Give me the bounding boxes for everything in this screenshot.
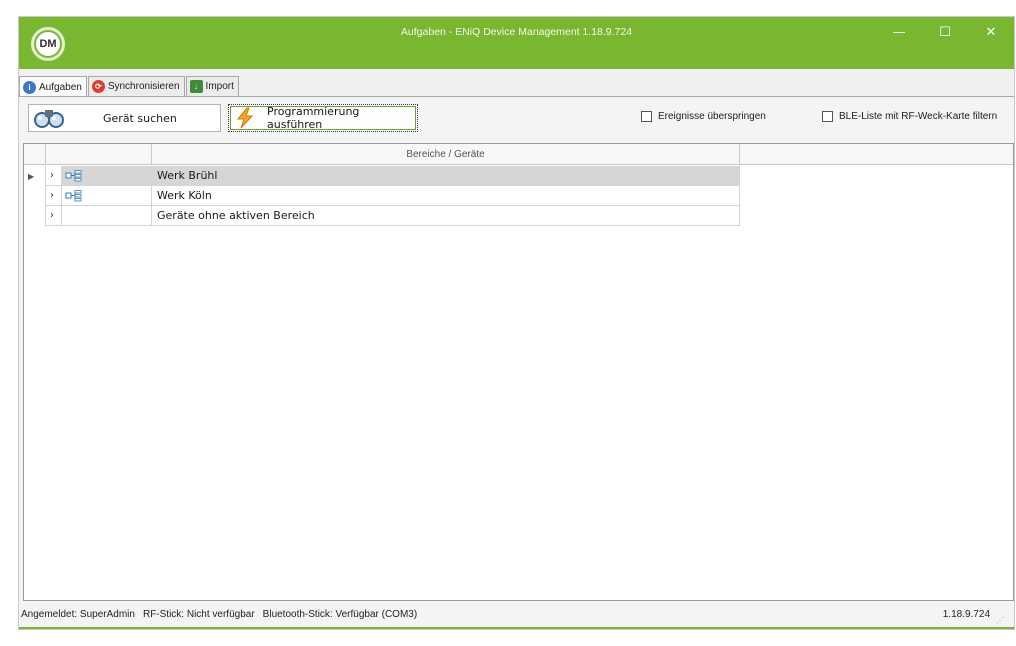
ble-filter-checkbox[interactable]: BLE-Liste mit RF-Weck-Karte filtern (822, 111, 997, 122)
row-icon-cell (62, 186, 152, 206)
tab-synchronisieren[interactable]: ⟳ Synchronisieren (87, 76, 185, 96)
ble-filter-label: BLE-Liste mit RF-Weck-Karte filtern (839, 111, 998, 122)
table-row[interactable]: › Geräte ohne aktiven Bereich (24, 206, 744, 226)
checkbox-box[interactable] (822, 111, 833, 122)
app-window: DM Aufgaben - ENiQ Device Management 1.1… (18, 16, 1015, 630)
expand-toggle[interactable]: › (46, 166, 62, 186)
areas-devices-grid[interactable]: Bereiche / Geräte ▶ › Werk Brühl › Werk … (23, 143, 1014, 601)
row-indicator (24, 186, 46, 206)
search-device-button[interactable]: Gerät suchen (28, 104, 221, 132)
expand-toggle[interactable]: › (46, 186, 62, 206)
current-row-arrow-icon: ▶ (28, 171, 35, 181)
tab-strip: i Aufgaben ⟳ Synchronisieren ↓ Import (19, 76, 240, 97)
tab-label: Aufgaben (39, 81, 82, 93)
checkbox-box[interactable] (641, 111, 652, 122)
hierarchy-icon (65, 189, 82, 201)
hierarchy-icon (65, 169, 82, 181)
close-button[interactable]: ✕ (968, 17, 1014, 47)
binoculars-icon (33, 107, 65, 129)
skip-events-label: Ereignisse überspringen (658, 111, 766, 122)
execute-programming-button[interactable]: Programmierung ausführen (228, 104, 418, 132)
status-rf-stick: RF-Stick: Nicht verfügbar (142, 608, 255, 620)
row-indicator: ▶ (24, 166, 46, 186)
row-indicator-header (24, 144, 46, 165)
status-bluetooth-stick: Bluetooth-Stick: Verfügbar (COM3) (262, 608, 418, 620)
table-row[interactable]: › Werk Köln (24, 186, 744, 206)
chevron-right-icon[interactable]: › (46, 170, 54, 181)
window-title: Aufgaben - ENiQ Device Management 1.18.9… (400, 26, 633, 38)
row-indicator (24, 206, 46, 226)
tab-aufgaben[interactable]: i Aufgaben (19, 76, 87, 97)
area-name-cell[interactable]: Geräte ohne aktiven Bereich (152, 206, 740, 226)
maximize-button[interactable]: ☐ (922, 17, 968, 47)
status-bar: Angemeldet: SuperAdmin RF-Stick: Nicht v… (19, 601, 1014, 629)
resize-grip-icon[interactable]: ⋰ (996, 616, 1004, 625)
row-icon-cell (62, 206, 152, 226)
search-device-label: Gerät suchen (103, 111, 177, 125)
tasks-panel: Gerät suchen Programmierung ausführen Er… (19, 96, 1014, 629)
expand-toggle[interactable]: › (46, 206, 62, 226)
status-logged-in: Angemeldet: SuperAdmin (21, 608, 135, 620)
chevron-right-icon[interactable]: › (46, 190, 54, 201)
lightning-icon (235, 107, 255, 129)
info-icon: i (23, 80, 36, 94)
row-icon-cell (62, 166, 152, 186)
grid-header: Bereiche / Geräte (24, 144, 1013, 165)
skip-events-checkbox[interactable]: Ereignisse überspringen (641, 111, 766, 122)
area-name: Werk Köln (157, 189, 212, 202)
area-name: Werk Brühl (157, 169, 218, 182)
expand-column-header[interactable] (46, 144, 152, 165)
area-name: Geräte ohne aktiven Bereich (157, 209, 315, 222)
tab-label: Import (205, 81, 234, 92)
minimize-button[interactable]: — (876, 17, 922, 47)
title-bar[interactable]: DM Aufgaben - ENiQ Device Management 1.1… (19, 17, 1014, 69)
execute-programming-label: Programmierung ausführen (267, 105, 360, 131)
import-icon: ↓ (189, 80, 203, 93)
toolbar: Gerät suchen Programmierung ausführen Er… (19, 97, 1014, 141)
column-header-areas-devices[interactable]: Bereiche / Geräte (152, 144, 740, 165)
chevron-right-icon[interactable]: › (46, 210, 54, 221)
table-row[interactable]: ▶ › Werk Brühl (24, 166, 744, 186)
area-name-cell[interactable]: Werk Köln (152, 186, 740, 206)
area-name-cell[interactable]: Werk Brühl (152, 166, 740, 186)
status-version: 1.18.9.724 (942, 608, 990, 620)
tab-import[interactable]: ↓ Import (185, 76, 239, 96)
sync-icon: ⟳ (91, 80, 105, 93)
tab-label: Synchronisieren (107, 81, 180, 92)
